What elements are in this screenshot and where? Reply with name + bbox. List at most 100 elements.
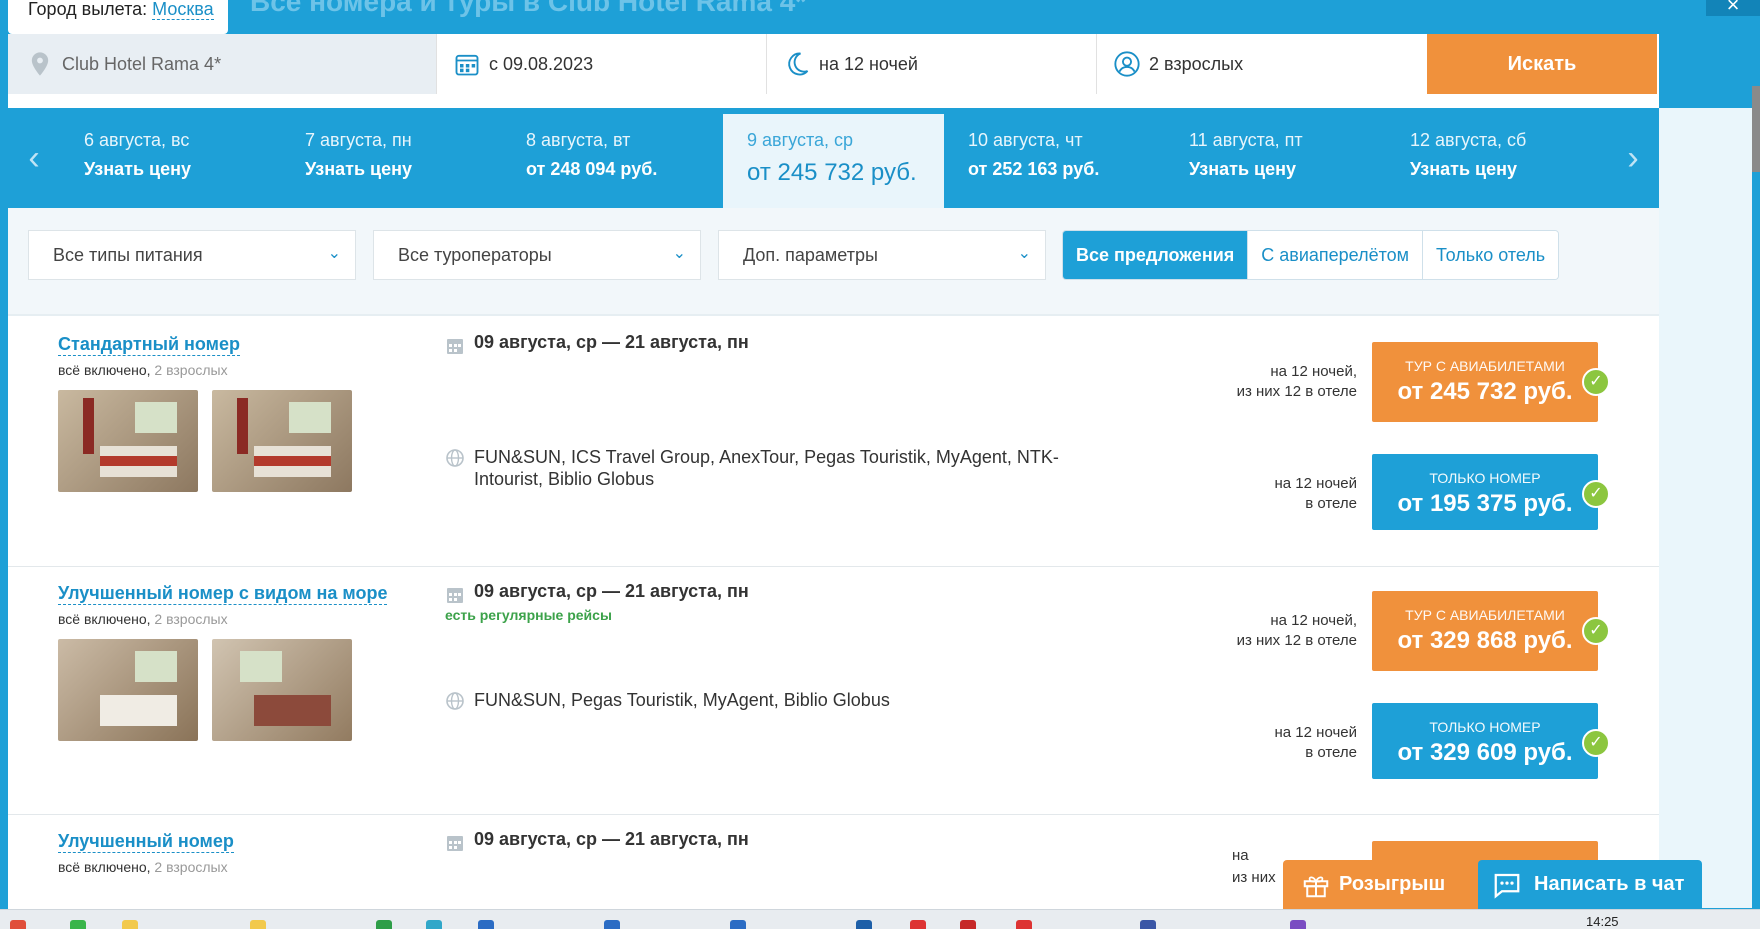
offer-row: Стандартный номер всё включено, 2 взросл… (8, 318, 1659, 567)
tour-nights-note: на из них (1232, 845, 1276, 889)
room-nights-note: на 12 ночей в отеле (1275, 723, 1357, 763)
offer-type-toggle: Все предложения С авиаперелётом Только о… (1062, 230, 1560, 280)
room-photo[interactable] (212, 390, 352, 492)
date-option[interactable]: 8 августа, вт от 248 094 руб. (502, 108, 723, 208)
clock: 14:25 (1586, 914, 1619, 929)
guests: 2 взрослых (154, 859, 228, 875)
note-line: из них 12 в отеле (1236, 632, 1357, 649)
meal-type: всё включено, (58, 362, 151, 378)
dates-carousel: ‹ 6 августа, вс Узнать цену 7 августа, п… (8, 108, 1659, 208)
note-line: на 12 ночей, (1270, 363, 1357, 380)
extra-params-value: Доп. параметры (743, 245, 878, 265)
app-icon[interactable] (1016, 920, 1032, 929)
nights-field-value: на 12 ночей (819, 53, 918, 74)
stay-period: 09 августа, ср — 21 августа, пн (474, 581, 749, 601)
chevron-down-icon: ⌄ (672, 245, 686, 262)
stay-period: 09 августа, ср — 21 августа, пн (474, 829, 749, 849)
tab-hotel-only[interactable]: Только отель (1422, 231, 1559, 279)
people-field[interactable]: 2 взрослых (1097, 34, 1427, 94)
tour-with-flight-button[interactable]: Тур с авиабилетами от 245 732 руб. ✓ (1372, 342, 1610, 422)
meal-type: всё включено, (58, 611, 151, 627)
tab-with-flight[interactable]: С авиаперелётом (1247, 231, 1423, 279)
date-label: 8 августа, вт (526, 130, 631, 150)
tour-with-flight-button[interactable]: Тур с авиабилетами от 329 868 руб. ✓ (1372, 591, 1610, 671)
globe-icon (446, 692, 464, 710)
room-title-link[interactable]: Улучшенный номер (58, 831, 234, 853)
date-price: Узнать цену (1189, 159, 1296, 179)
user-icon (1114, 51, 1140, 77)
app-icon[interactable] (478, 920, 494, 929)
date-option[interactable]: 12 августа, сб Узнать цену (1386, 108, 1607, 208)
folder-icon[interactable] (250, 920, 266, 929)
room-photo[interactable] (58, 639, 198, 741)
stay-period: 09 августа, ср — 21 августа, пн (474, 332, 749, 352)
calendar-icon (447, 836, 463, 851)
calendar-icon (455, 54, 479, 76)
departure-city-link[interactable]: Москва (152, 0, 214, 20)
nights-field[interactable]: на 12 ночей (767, 34, 1097, 94)
pdf-icon[interactable] (960, 920, 976, 929)
calendar-icon (447, 339, 463, 354)
date-option[interactable]: 11 августа, пт Узнать цену (1165, 108, 1386, 208)
moon-icon (788, 52, 809, 76)
app-icon[interactable] (730, 920, 746, 929)
scrollbar[interactable] (1752, 86, 1760, 172)
app-icon[interactable] (376, 920, 392, 929)
globe-icon (446, 449, 464, 467)
app-icon[interactable] (426, 920, 442, 929)
date-option[interactable]: 7 августа, пн Узнать цену (281, 108, 502, 208)
date-option[interactable]: 10 августа, чт от 252 163 руб. (944, 108, 1165, 208)
folder-icon[interactable] (122, 920, 138, 929)
extra-params-select[interactable]: Доп. параметры ⌄ (718, 230, 1046, 280)
app-icon[interactable] (910, 920, 926, 929)
room-photo[interactable] (58, 390, 198, 492)
meal-select[interactable]: Все типы питания ⌄ (28, 230, 356, 280)
price-value: от 329 868 руб. (1397, 627, 1573, 654)
next-arrow-icon[interactable]: › (1607, 108, 1659, 208)
meal-select-value: Все типы питания (53, 245, 203, 265)
filters-bar: Все типы питания ⌄ Все туроператоры ⌄ До… (8, 208, 1659, 316)
date-price: Узнать цену (305, 159, 412, 179)
room-only-button[interactable]: Только номер от 195 375 руб. ✓ (1372, 454, 1610, 530)
note-line: на 12 ночей (1274, 724, 1357, 741)
tab-all-offers[interactable]: Все предложения (1063, 231, 1248, 279)
giveaway-button[interactable]: Розыгрыш (1283, 860, 1473, 909)
app-icon[interactable] (10, 920, 26, 929)
price-type: Только номер (1429, 719, 1541, 735)
room-title-link[interactable]: Стандартный номер (58, 334, 240, 356)
app-icon[interactable] (856, 920, 872, 929)
room-title-link[interactable]: Улучшенный номер с видом на море (58, 583, 388, 605)
departure-city[interactable]: Город вылета: Москва (8, 0, 228, 34)
tour-nights-note: на 12 ночей, из них 12 в отеле (1237, 611, 1357, 651)
tour-nights-note: на 12 ночей, из них 12 в отеле (1237, 362, 1357, 402)
app-icon[interactable] (604, 920, 620, 929)
price-value: от 329 609 руб. (1397, 739, 1573, 766)
date-option-selected[interactable]: 9 августа, ср от 245 732 руб. (723, 108, 944, 208)
date-label: 11 августа, пт (1189, 130, 1303, 150)
modal-heading: Все номера и туры в Club Hotel Rama 4* (250, 0, 807, 17)
chevron-down-icon: ⌄ (1017, 245, 1031, 262)
page-edge (1659, 108, 1752, 908)
app-icon[interactable] (70, 920, 86, 929)
prev-arrow-icon[interactable]: ‹ (8, 108, 60, 208)
chat-button[interactable]: Написать в чат (1478, 860, 1702, 909)
app-icon[interactable] (1290, 920, 1306, 929)
price-type: Тур с авиабилетами (1405, 607, 1565, 623)
search-button[interactable]: Искать (1427, 34, 1657, 94)
offers-panel: Club Hotel Rama 4* с 09.08.2023 на 12 но… (8, 34, 1659, 909)
hotel-field[interactable]: Club Hotel Rama 4* (8, 34, 437, 94)
check-icon: ✓ (1582, 480, 1610, 508)
operator-select[interactable]: Все туроператоры ⌄ (373, 230, 701, 280)
date-option[interactable]: 6 августа, вс Узнать цену (60, 108, 281, 208)
check-icon: ✓ (1582, 729, 1610, 757)
note-line: на 12 ночей, (1270, 612, 1357, 629)
app-icon[interactable] (1140, 920, 1156, 929)
os-taskbar: 14:25 (0, 909, 1760, 929)
close-button[interactable]: × (1706, 0, 1760, 16)
room-only-button[interactable]: Только номер от 329 609 руб. ✓ (1372, 703, 1610, 779)
date-field[interactable]: с 09.08.2023 (437, 34, 767, 94)
guests: 2 взрослых (154, 362, 228, 378)
date-label: 6 августа, вс (84, 130, 190, 150)
room-photo[interactable] (212, 639, 352, 741)
date-price: Узнать цену (84, 159, 191, 179)
